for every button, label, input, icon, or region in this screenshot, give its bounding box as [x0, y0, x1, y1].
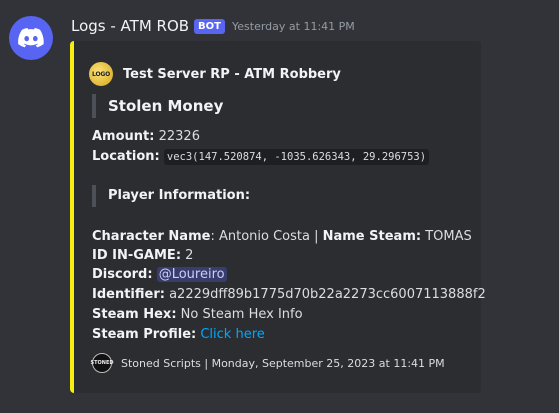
steam-hex-line: Steam Hex: No Steam Hex Info	[92, 305, 303, 324]
embed-footer: STONED Stoned Scripts | Monday, Septembe…	[91, 353, 445, 373]
embed-author: LOGO Test Server RP - ATM Robbery	[89, 62, 341, 86]
id-value: 2	[185, 248, 194, 263]
character-label: Character Name	[92, 229, 211, 244]
steam-profile-link[interactable]: Click here	[200, 327, 264, 342]
message-header: Logs - ATM ROB BOT Yesterday at 11:41 PM	[71, 16, 355, 36]
character-value: : Antonio Costa |	[210, 229, 323, 244]
stoned-scripts-logo-icon: STONED	[91, 353, 114, 373]
amount-value: 22326	[158, 129, 200, 144]
identifier-line: Identifier: a2229dff89b1775d70b22a2273cc…	[92, 285, 486, 304]
id-label: ID IN-GAME:	[92, 248, 182, 263]
location-line: Location: vec3(147.520874, -1035.626343,…	[92, 147, 430, 167]
embed-title: Stolen Money	[92, 94, 223, 118]
discord-logo-icon	[18, 28, 44, 48]
server-logo-icon: LOGO	[89, 62, 113, 86]
message-timestamp[interactable]: Yesterday at 11:41 PM	[232, 20, 355, 33]
location-label: Location:	[92, 149, 160, 164]
discord-mention[interactable]: @Loureiro	[156, 267, 227, 282]
steam-hex-value: No Steam Hex Info	[180, 307, 303, 322]
footer-text: Stoned Scripts | Monday, September 25, 2…	[121, 356, 445, 370]
discord-label: Discord:	[92, 267, 153, 282]
chat-message: Logs - ATM ROB BOT Yesterday at 11:41 PM…	[0, 0, 559, 413]
amount-label: Amount:	[92, 129, 155, 144]
steam-name-value: TOMAS	[425, 229, 472, 244]
section-title: Player Information:	[92, 185, 250, 207]
embed-author-name: Test Server RP - ATM Robbery	[123, 66, 341, 82]
identifier-value: a2229dff89b1775d70b22a2273cc6007113888f2	[169, 287, 486, 302]
steam-profile-line: Steam Profile: Click here	[92, 325, 265, 344]
id-line: ID IN-GAME: 2	[92, 246, 193, 265]
character-line: Character Name: Antonio Costa | Name Ste…	[92, 227, 472, 246]
embed-card: LOGO Test Server RP - ATM Robbery Stolen…	[70, 41, 486, 393]
steam-profile-label: Steam Profile:	[92, 327, 197, 342]
identifier-label: Identifier:	[92, 287, 165, 302]
discord-line: Discord: @Loureiro	[92, 265, 227, 284]
bot-avatar[interactable]	[9, 16, 53, 60]
location-code: vec3(147.520874, -1035.626343, 29.296753…	[163, 149, 430, 165]
steam-hex-label: Steam Hex:	[92, 307, 177, 322]
bot-tag: BOT	[194, 18, 225, 34]
amount-line: Amount: 22326	[92, 127, 200, 146]
username[interactable]: Logs - ATM ROB	[71, 17, 189, 35]
steam-name-label: Name Steam:	[322, 229, 422, 244]
